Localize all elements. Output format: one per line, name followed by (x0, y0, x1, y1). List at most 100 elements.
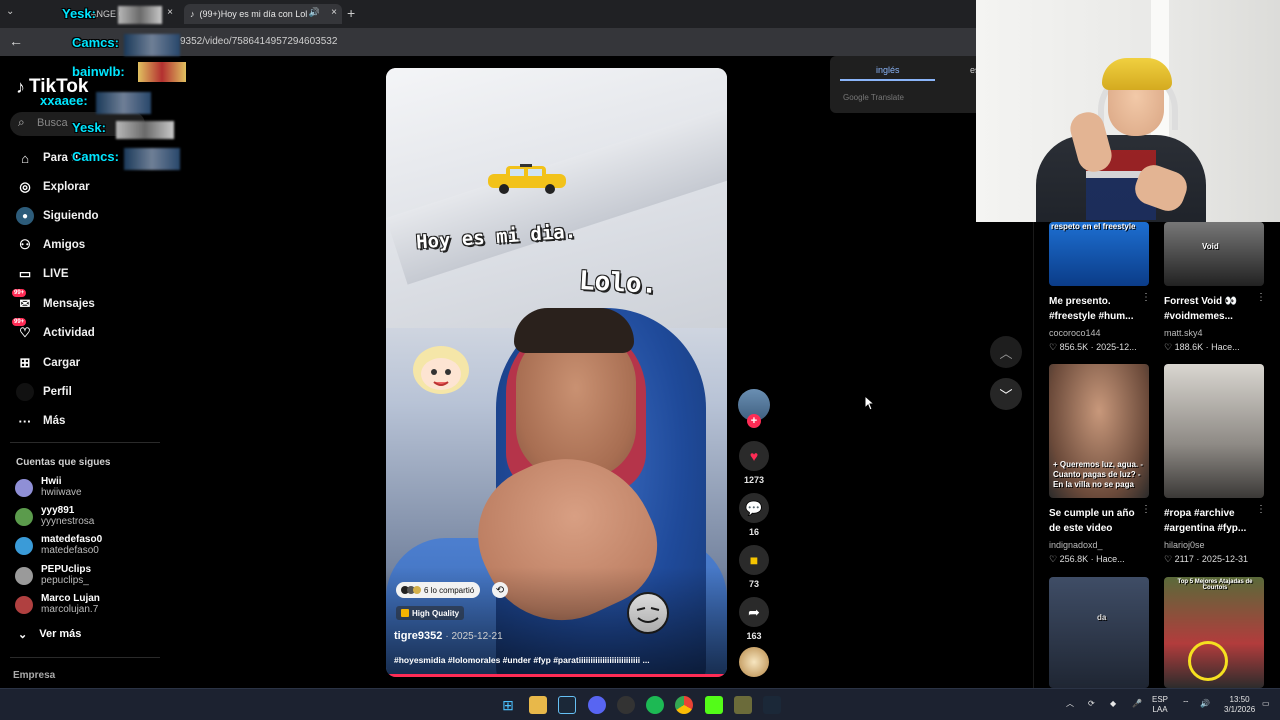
like-button[interactable]: ♥ 1273 (738, 441, 770, 485)
nav-amigos[interactable]: ⚇ Amigos (16, 236, 85, 254)
translate-lang-tab-english[interactable]: inglés (876, 65, 900, 75)
nav-siguiendo[interactable]: ● Siguiendo (16, 207, 99, 225)
steam-icon[interactable] (558, 696, 576, 714)
nav-label: Explorar (43, 181, 90, 193)
clock[interactable]: 13:50 3/1/2026 (1224, 695, 1255, 715)
tab-2-active[interactable]: ♪ (99+)Hoy es mi día con Lol 🔊 × (184, 4, 342, 24)
video-progress-bar[interactable] (386, 674, 727, 677)
volume-icon[interactable]: 🔊 (1200, 699, 1210, 709)
nav-explorar[interactable]: ◎ Explorar (16, 178, 90, 196)
kick-icon[interactable] (705, 696, 723, 714)
recommendation-stats: 188.6K · Hace... (1174, 342, 1240, 352)
profile-icon (16, 383, 34, 401)
nav-perfil[interactable]: Perfil (16, 383, 72, 401)
video-thumbnail[interactable]: + Queremos luz, agua. - Cuanto pagas de … (1049, 364, 1149, 498)
tab-2-close-icon[interactable]: × (331, 7, 337, 18)
more-options-icon[interactable]: ⋮ (1256, 292, 1266, 303)
obs-icon[interactable] (617, 696, 635, 714)
comment-button[interactable]: 💬 16 (738, 493, 770, 537)
recommendation-meta: ♡ 256.8K · Hace... (1049, 554, 1149, 565)
followed-account[interactable]: Marco Lujan marcolujan.7 (15, 593, 100, 615)
recommendation-card[interactable]: + Queremos luz, agua. - Cuanto pagas de … (1049, 364, 1151, 565)
nav-label: Perfil (43, 386, 72, 398)
followed-account[interactable]: Hwii hwiiwave (15, 476, 82, 498)
windows-start-icon[interactable]: ⊞ (499, 696, 517, 714)
next-video-button[interactable]: ﹀ (990, 378, 1022, 410)
shared-by-pill[interactable]: 6 lo compartió (396, 582, 481, 598)
followed-account[interactable]: matedefaso0 matedefaso0 (15, 534, 102, 556)
video-thumbnail[interactable]: da (1049, 577, 1149, 688)
previous-video-button[interactable]: ︿ (990, 336, 1022, 368)
back-arrow-icon[interactable]: ← (9, 33, 23, 49)
more-options-icon[interactable]: ⋮ (1141, 292, 1151, 303)
thumbnail-overlay-text: Void (1202, 242, 1219, 251)
notifications-icon[interactable]: ▭ (1262, 699, 1270, 709)
save-button[interactable]: ■ 73 (738, 545, 770, 589)
address-bar-url[interactable]: 9352/video/7586414957294603532 (180, 36, 337, 47)
translate-footer: Google Translate (843, 93, 904, 102)
like-count: 1273 (743, 475, 765, 485)
app-icon[interactable] (734, 696, 752, 714)
steam-alt-icon[interactable] (763, 696, 781, 714)
speaker-icon[interactable]: 🔊 (309, 7, 320, 18)
recommendation-author: hilarioj0se (1164, 540, 1205, 550)
nav-live[interactable]: ▭ LIVE (16, 265, 69, 283)
recommendation-card[interactable]: respeto en el freestyle Me presento. #fr… (1049, 222, 1151, 353)
see-more-button[interactable]: ⌄ Ver más (18, 628, 81, 641)
recommendation-card[interactable]: #ropa #archive #argentina #fyp... ⋮ hila… (1164, 364, 1266, 565)
bookmark-icon: ■ (739, 545, 769, 575)
recommendation-title: Me presento. #freestyle #hum... (1049, 296, 1134, 322)
video-thumbnail[interactable] (1164, 364, 1264, 498)
video-caption[interactable]: #hoyesmidia #lolomorales #under #fyp #pa… (394, 655, 694, 665)
tab-1-close-icon[interactable]: × (167, 7, 173, 18)
video-overlay-text-2: Lolo. (578, 265, 659, 301)
wifi-icon[interactable]: ⌔ (1182, 699, 1190, 709)
chat-username: xxaaee: (40, 93, 88, 108)
video-author[interactable]: tigre9352 · 2025-12-21 (394, 630, 503, 642)
video-player[interactable]: Hoy es mi dia. Lolo. 6 lo compartió ⟲ Hi… (386, 68, 727, 677)
nav-para-ti[interactable]: ⌂ Para ti (16, 149, 78, 167)
recommendation-card[interactable]: Void Forrest Void 👀 #voidmemes... ⋮ matt… (1164, 222, 1266, 353)
recommendation-card[interactable]: Top 5 Mejores Atajadas de Courtois (1164, 577, 1264, 688)
discord-icon[interactable] (588, 696, 606, 714)
security-icon[interactable]: ◆ (1110, 699, 1116, 709)
file-explorer-icon[interactable] (529, 696, 547, 714)
video-progress-fill (386, 674, 727, 677)
recommendation-card[interactable]: da (1049, 577, 1149, 688)
repost-icon[interactable]: ⟲ (492, 582, 508, 598)
nav-mensajes[interactable]: ✉ 99+ Mensajes (12, 289, 95, 313)
input-language[interactable]: ESP LAA (1152, 695, 1168, 715)
music-disc-icon[interactable] (739, 647, 769, 677)
share-icon: ➦ (739, 597, 769, 627)
more-options-icon[interactable]: ⋮ (1256, 504, 1266, 515)
nav-mas[interactable]: ··· Más (16, 412, 66, 430)
translate-popup: inglés es Google Translate (830, 56, 980, 113)
highlight-circle (1188, 641, 1228, 681)
lang-code: ESP (1152, 695, 1169, 704)
video-thumbnail[interactable]: Top 5 Mejores Atajadas de Courtois (1164, 577, 1264, 688)
network-icon[interactable]: ⟳ (1088, 699, 1095, 709)
spotify-icon[interactable] (646, 696, 664, 714)
chrome-icon[interactable] (675, 696, 693, 714)
recommendation-meta: ♡ 856.5K · 2025-12... (1049, 342, 1149, 353)
shared-avatars-icon (401, 586, 421, 594)
microphone-icon[interactable]: 🎤 (1132, 699, 1142, 709)
more-options-icon[interactable]: ⋮ (1141, 504, 1151, 515)
new-tab-button[interactable]: + (347, 5, 355, 21)
tray-chevron-icon[interactable]: ︿ (1066, 699, 1074, 709)
followed-account[interactable]: yyy891 yyynestrosa (15, 505, 94, 527)
webcam-overlay (976, 0, 1280, 222)
nav-actividad[interactable]: ♡ 99+ Actividad (12, 318, 95, 342)
more-icon: ··· (18, 413, 32, 429)
followed-account[interactable]: PEPUclips pepuclips_ (15, 564, 91, 586)
video-thumbnail[interactable]: respeto en el freestyle (1049, 222, 1149, 286)
account-name: Marco Lujan (41, 593, 100, 604)
nav-cargar[interactable]: ⊞ Cargar (16, 354, 81, 372)
search-icon: ⌕ (18, 115, 25, 129)
follow-plus-icon[interactable]: + (747, 414, 761, 428)
video-thumbnail[interactable]: Void (1164, 222, 1264, 286)
quality-badge[interactable]: High Quality (396, 606, 465, 620)
tab-search-icon[interactable]: ⌄ (6, 6, 14, 17)
company-link[interactable]: Empresa (13, 670, 55, 681)
share-button[interactable]: ➦ 163 (738, 597, 770, 641)
